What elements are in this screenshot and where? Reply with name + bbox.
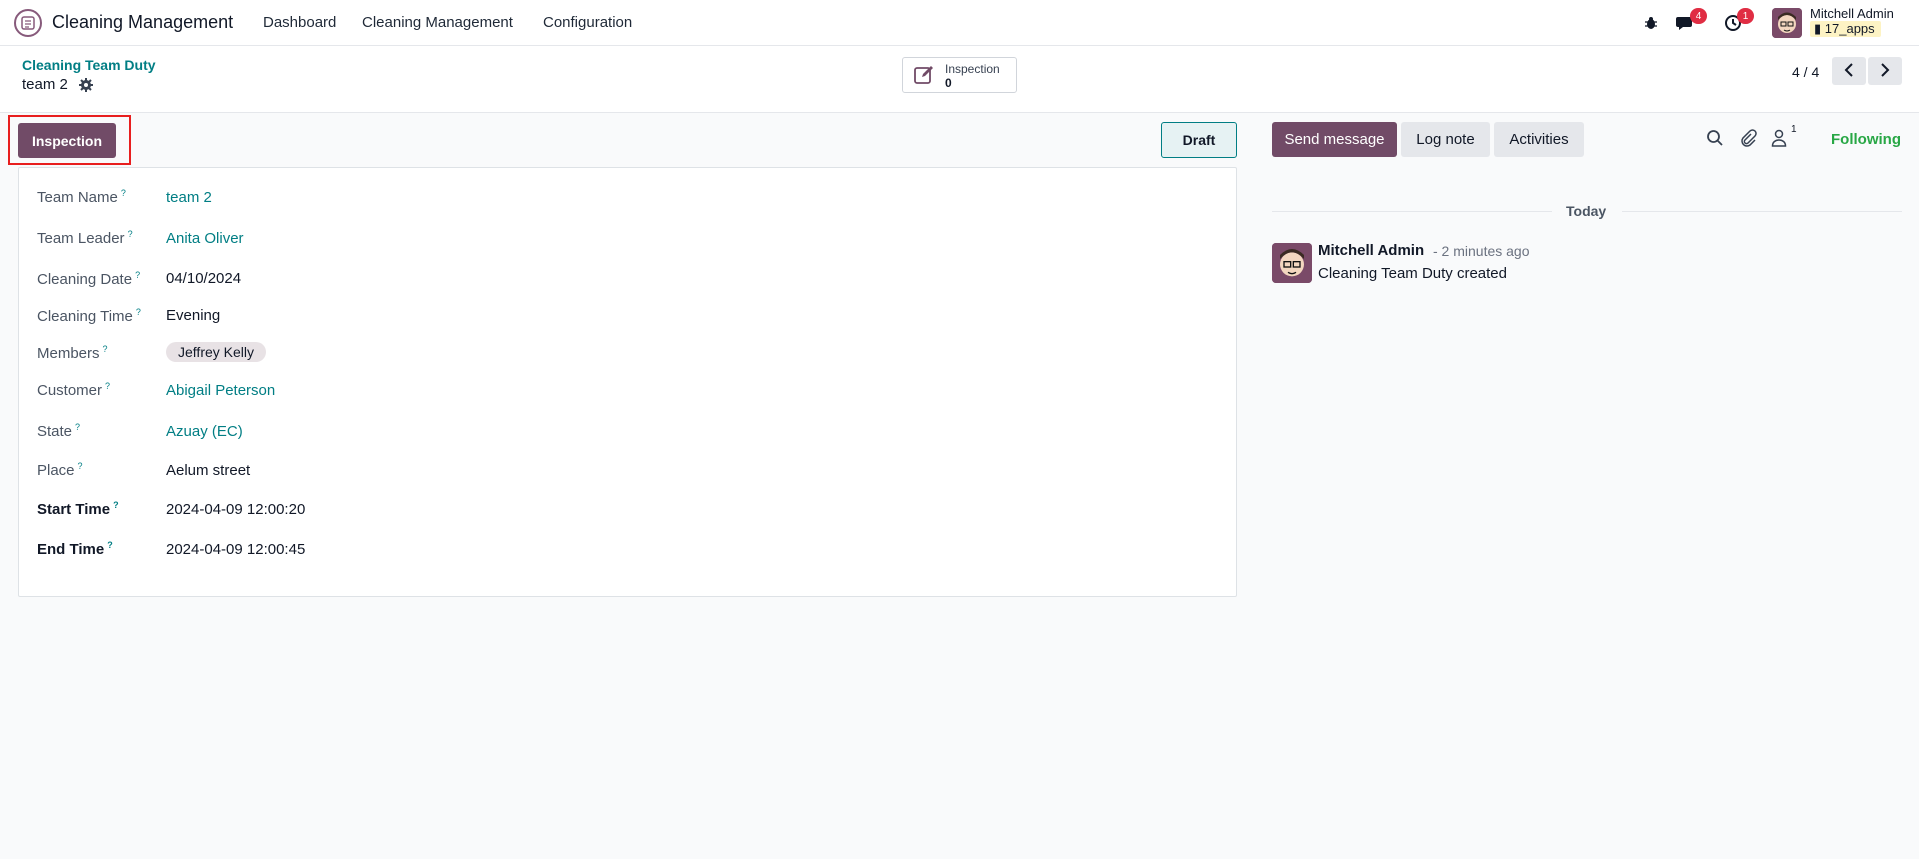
inspection-smart-button[interactable]: Inspection 0 xyxy=(902,57,1017,93)
chevron-left-icon xyxy=(1844,62,1854,80)
chevron-right-icon xyxy=(1880,62,1890,80)
cleaning-date-label: Cleaning Date? xyxy=(37,270,141,288)
avatar[interactable] xyxy=(1772,8,1802,38)
search-icon[interactable] xyxy=(1706,129,1726,149)
menu-dashboard[interactable]: Dashboard xyxy=(263,14,336,31)
state-label: State? xyxy=(37,422,81,440)
team-name-label: Team Name? xyxy=(37,188,126,206)
menu-configuration[interactable]: Configuration xyxy=(543,14,632,31)
pager-next-button[interactable] xyxy=(1868,57,1902,85)
place-label: Place? xyxy=(37,461,83,479)
message-author[interactable]: Mitchell Admin xyxy=(1318,242,1424,259)
end-time-label: End Time? xyxy=(37,540,113,558)
customer-field[interactable]: Abigail Peterson xyxy=(166,382,275,399)
team-leader-field[interactable]: Anita Oliver xyxy=(166,230,244,247)
database-label: 17_apps xyxy=(1824,21,1875,36)
cleaning-date-field[interactable]: 04/10/2024 xyxy=(166,270,241,287)
followers-count: 1 xyxy=(1791,124,1797,135)
cleaning-time-field[interactable]: Evening xyxy=(166,307,220,324)
message-body: Cleaning Team Duty created xyxy=(1318,265,1507,282)
end-time-field[interactable]: 2024-04-09 12:00:45 xyxy=(166,541,305,558)
paperclip-icon[interactable] xyxy=(1739,129,1759,149)
form-sheet: Team Name? team 2 Team Leader? Anita Oli… xyxy=(18,167,1237,597)
breadcrumb[interactable]: Cleaning Team Duty xyxy=(22,57,156,73)
start-time-field[interactable]: 2024-04-09 12:00:20 xyxy=(166,501,305,518)
smart-button-label: Inspection xyxy=(945,62,1000,76)
smart-button-count: 0 xyxy=(945,76,952,90)
gear-icon[interactable] xyxy=(78,77,94,93)
cleaning-time-label: Cleaning Time? xyxy=(37,307,141,325)
top-navbar: Cleaning Management Dashboard Cleaning M… xyxy=(0,0,1919,46)
bug-icon[interactable] xyxy=(1640,12,1662,34)
chat-icon[interactable]: 4 xyxy=(1675,8,1707,34)
clock-icon[interactable]: 1 xyxy=(1722,8,1754,34)
log-note-button[interactable]: Log note xyxy=(1401,122,1490,157)
message-timestamp: - 2 minutes ago xyxy=(1433,243,1530,259)
inspection-button[interactable]: Inspection xyxy=(18,123,116,158)
activities-badge: 1 xyxy=(1737,8,1754,24)
following-button[interactable]: Following xyxy=(1831,131,1901,148)
pager-previous-button[interactable] xyxy=(1832,57,1866,85)
app-logo-icon[interactable] xyxy=(14,9,42,37)
date-separator: Today xyxy=(1566,203,1607,219)
status-draft-button[interactable]: Draft xyxy=(1161,122,1237,158)
divider xyxy=(1272,211,1552,212)
followers-button[interactable]: 1 xyxy=(1771,124,1801,150)
app-name[interactable]: Cleaning Management xyxy=(52,12,233,33)
pager-value: 4 / 4 xyxy=(1792,64,1820,80)
control-panel: Cleaning Team Duty team 2 Inspection 0 4… xyxy=(0,46,1919,113)
page-title: team 2 xyxy=(22,76,68,93)
activities-button[interactable]: Activities xyxy=(1494,122,1584,157)
send-message-button[interactable]: Send message xyxy=(1272,122,1397,157)
avatar[interactable] xyxy=(1272,243,1312,283)
team-leader-label: Team Leader? xyxy=(37,229,133,247)
messages-badge: 4 xyxy=(1690,8,1707,24)
customer-label: Customer? xyxy=(37,381,111,399)
edit-icon xyxy=(914,65,936,85)
members-label: Members? xyxy=(37,344,108,362)
menu-cleaning-management[interactable]: Cleaning Management xyxy=(362,14,513,31)
user-name[interactable]: Mitchell Admin xyxy=(1810,6,1894,21)
user-icon xyxy=(1771,129,1787,150)
database-name: ▮ 17_apps xyxy=(1810,21,1881,37)
place-field[interactable]: Aelum street xyxy=(166,462,250,479)
database-icon: ▮ xyxy=(1814,21,1822,36)
team-name-field[interactable]: team 2 xyxy=(166,189,212,206)
state-field[interactable]: Azuay (EC) xyxy=(166,423,243,440)
divider xyxy=(1622,211,1902,212)
start-time-label: Start Time? xyxy=(37,500,119,518)
member-tag[interactable]: Jeffrey Kelly xyxy=(166,342,266,362)
